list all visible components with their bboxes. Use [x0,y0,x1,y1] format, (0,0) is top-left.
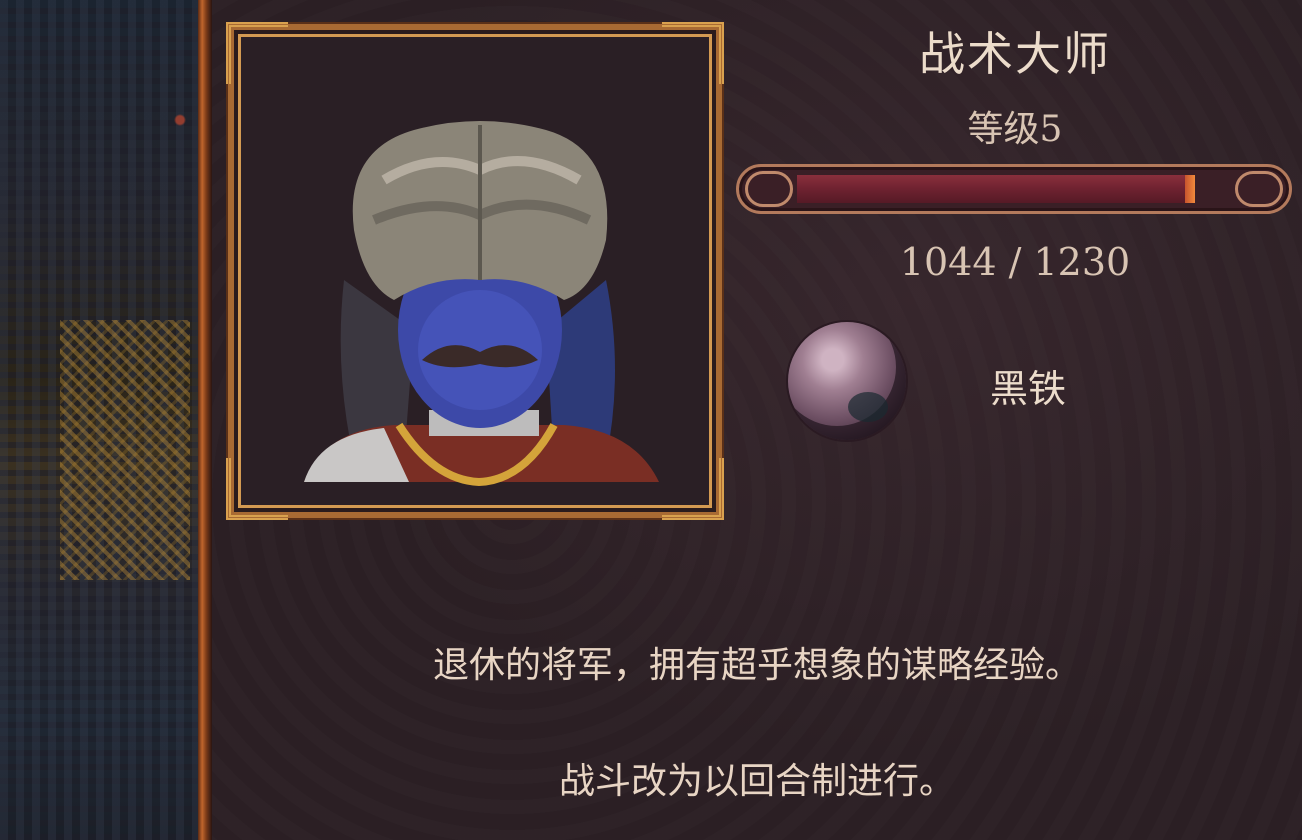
character-ability: 战斗改为以回合制进行。 [558,761,955,802]
metal-orb-icon [788,322,906,440]
bar-ornament [745,171,793,207]
experience-bar-tip [1185,175,1195,203]
experience-text: 1044 / 1230 [899,240,1131,284]
portrait-frame [226,22,724,520]
experience-bar [736,164,1292,214]
character-level: 等级5 [967,109,1063,150]
background-map [0,0,198,840]
map-crop-field [60,320,190,580]
character-description: 退休的将军，拥有超乎想象的谋略经验。 [432,645,1081,686]
game-screen: 战术大师 等级5 1044 / 1230 黑铁 退休的将军，拥有超乎想象的谋略经… [0,0,1302,840]
experience-bar-fill [797,175,1195,203]
orb-detail [848,392,888,422]
panel-border [198,0,212,840]
material-name: 黑铁 [990,367,1067,411]
character-portrait [304,121,659,487]
bar-ornament [1235,171,1283,207]
character-title: 战术大师 [919,27,1111,81]
